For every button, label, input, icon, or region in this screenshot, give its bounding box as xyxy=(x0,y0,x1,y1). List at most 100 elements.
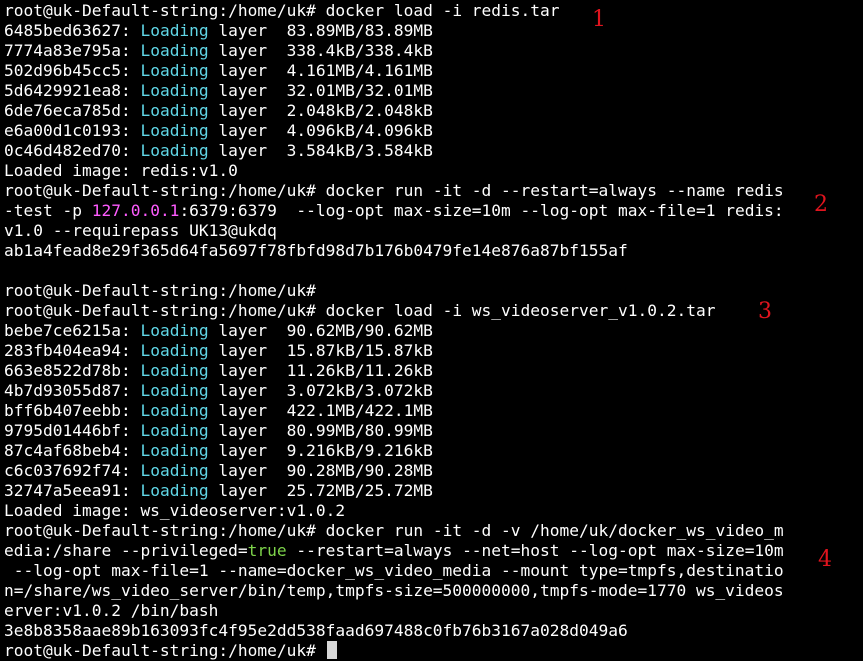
loading-status: Loading xyxy=(140,21,209,40)
layer-id: 5d6429921ea8: xyxy=(4,81,131,100)
loading-status: Loading xyxy=(140,381,209,400)
layer-id: 6485bed63627: xyxy=(4,21,131,40)
layer-progress-line: c6c037692f74: Loading layer 90.28MB/90.2… xyxy=(4,461,433,481)
layer-progress-line: 502d96b45cc5: Loading layer 4.161MB/4.16… xyxy=(4,61,433,81)
loading-status: Loading xyxy=(140,101,209,120)
loading-status: Loading xyxy=(140,341,209,360)
ip-address: 127.0.0.1 xyxy=(91,201,180,220)
loading-status: Loading xyxy=(140,121,209,140)
command-text: -test -p xyxy=(4,201,92,220)
layer-size: layer 90.62MB/90.62MB xyxy=(208,321,433,340)
layer-progress-line: 6485bed63627: Loading layer 83.89MB/83.8… xyxy=(4,21,433,41)
layer-id: e6a00d1c0193: xyxy=(4,121,131,140)
prompt: root@uk-Default-string:/home/uk# xyxy=(4,1,316,20)
layer-size: layer 25.72MB/25.72MB xyxy=(208,481,433,500)
layer-id: 283fb404ea94: xyxy=(4,341,131,360)
layer-size: layer 15.87kB/15.87kB xyxy=(208,341,433,360)
layer-progress-line: 663e8522d78b: Loading layer 11.26kB/11.2… xyxy=(4,361,433,381)
loading-status: Loading xyxy=(140,81,209,100)
layer-progress-line: 7774a83e795a: Loading layer 338.4kB/338.… xyxy=(4,41,433,61)
layer-id: c6c037692f74: xyxy=(4,461,131,480)
layer-progress-line: 283fb404ea94: Loading layer 15.87kB/15.8… xyxy=(4,341,433,361)
layer-id: bff6b407eebb: xyxy=(4,401,131,420)
loading-status: Loading xyxy=(140,361,209,380)
loading-status: Loading xyxy=(140,61,209,80)
prompt: root@uk-Default-string:/home/uk# xyxy=(4,181,316,200)
layer-progress-line: 5d6429921ea8: Loading layer 32.01MB/32.0… xyxy=(4,81,433,101)
command-text: edia:/share --privileged= xyxy=(4,541,248,560)
annotation-number-1: 1 xyxy=(592,7,606,32)
loading-status: Loading xyxy=(140,421,209,440)
container-id-output: ab1a4fead8e29f365d64fa5697f78fbfd98d7b17… xyxy=(4,241,628,260)
loading-status: Loading xyxy=(140,461,209,480)
layer-id: 502d96b45cc5: xyxy=(4,61,131,80)
loaded-image-line: Loaded image: redis:v1.0 xyxy=(4,161,238,180)
boolean-value: true xyxy=(247,541,287,560)
layer-id: 87c4af68beb4: xyxy=(4,441,131,460)
layer-size: layer 32.01MB/32.01MB xyxy=(208,81,433,100)
prompt: root@uk-Default-string:/home/uk# xyxy=(4,301,316,320)
layer-id: 6de76eca785d: xyxy=(4,101,131,120)
layer-progress-line: 6de76eca785d: Loading layer 2.048kB/2.04… xyxy=(4,101,433,121)
container-id-output: 3e8b8358aae89b163093fc4f95e2dd538faad697… xyxy=(4,621,628,640)
command-line-4: root@uk-Default-string:/home/uk# docker … xyxy=(4,521,784,541)
layer-progress-line: 87c4af68beb4: Loading layer 9.216kB/9.21… xyxy=(4,441,433,461)
loading-status: Loading xyxy=(140,441,209,460)
layer-progress-line: e6a00d1c0193: Loading layer 4.096kB/4.09… xyxy=(4,121,433,141)
layer-size: layer 3.584kB/3.584kB xyxy=(208,141,433,160)
layer-progress-line: bebe7ce6215a: Loading layer 90.62MB/90.6… xyxy=(4,321,433,341)
annotation-number-2: 2 xyxy=(814,192,828,217)
loading-status: Loading xyxy=(140,41,209,60)
layer-size: layer 3.072kB/3.072kB xyxy=(208,381,433,400)
annotation-number-3: 3 xyxy=(758,299,772,324)
terminal-window[interactable]: root@uk-Default-string:/home/uk# docker … xyxy=(4,1,863,660)
command-line-4-wrap-3: n=/share/ws_video_server/bin/temp,tmpfs-… xyxy=(4,581,784,600)
layer-progress-line: 0c46d482ed70: Loading layer 3.584kB/3.58… xyxy=(4,141,433,161)
layer-id: 4b7d93055d87: xyxy=(4,381,131,400)
loading-status: Loading xyxy=(140,481,209,500)
layer-id: 663e8522d78b: xyxy=(4,361,131,380)
layer-id: 9795d01446bf: xyxy=(4,421,131,440)
loading-status: Loading xyxy=(140,321,209,340)
command-line-4-wrap-1: edia:/share --privileged=true --restart=… xyxy=(4,541,784,561)
layer-id: 0c46d482ed70: xyxy=(4,141,131,160)
layer-size: layer 4.161MB/4.161MB xyxy=(208,61,433,80)
command-line-4-wrap-2: --log-opt max-file=1 --name=docker_ws_vi… xyxy=(4,561,784,580)
command-text: docker run -it -d --restart=always --nam… xyxy=(315,181,784,200)
layer-size: layer 80.99MB/80.99MB xyxy=(208,421,433,440)
layer-progress-line: 32747a5eea91: Loading layer 25.72MB/25.7… xyxy=(4,481,433,501)
layer-size: layer 4.096kB/4.096kB xyxy=(208,121,433,140)
prompt: root@uk-Default-string:/home/uk# xyxy=(4,521,316,540)
command-text: docker load -i redis.tar xyxy=(315,1,560,20)
loading-status: Loading xyxy=(140,141,209,160)
active-prompt-line[interactable]: root@uk-Default-string:/home/uk# xyxy=(4,641,337,661)
command-line-2-wrap-1: -test -p 127.0.0.1:6379:6379 --log-opt m… xyxy=(4,201,784,221)
command-line-4-wrap-4: erver:v1.0.2 /bin/bash xyxy=(4,601,219,620)
prompt: root@uk-Default-string:/home/uk# xyxy=(4,641,316,660)
terminal-cursor[interactable] xyxy=(326,641,337,659)
command-line-2: root@uk-Default-string:/home/uk# docker … xyxy=(4,181,784,201)
layer-size: layer 422.1MB/422.1MB xyxy=(208,401,433,420)
layer-size: layer 90.28MB/90.28MB xyxy=(208,461,433,480)
layer-size: layer 11.26kB/11.26kB xyxy=(208,361,433,380)
layer-id: 32747a5eea91: xyxy=(4,481,131,500)
command-text: --restart=always --net=host --log-opt ma… xyxy=(286,541,784,560)
annotation-number-4: 4 xyxy=(818,547,832,572)
loaded-image-line: Loaded image: ws_videoserver:v1.0.2 xyxy=(4,501,346,520)
layer-size: layer 338.4kB/338.4kB xyxy=(208,41,433,60)
prompt-line: root@uk-Default-string:/home/uk# xyxy=(4,281,316,300)
command-text: docker run -it -d -v /home/uk/docker_ws_… xyxy=(315,521,784,540)
layer-size: layer 9.216kB/9.216kB xyxy=(208,441,433,460)
layer-progress-line: 9795d01446bf: Loading layer 80.99MB/80.9… xyxy=(4,421,433,441)
layer-progress-line: 4b7d93055d87: Loading layer 3.072kB/3.07… xyxy=(4,381,433,401)
command-line-2-wrap-2: v1.0 --requirepass UK13@ukdq xyxy=(4,221,277,240)
command-line-1: root@uk-Default-string:/home/uk# docker … xyxy=(4,1,560,21)
command-line-3: root@uk-Default-string:/home/uk# docker … xyxy=(4,301,715,321)
layer-id: bebe7ce6215a: xyxy=(4,321,131,340)
layer-progress-line: bff6b407eebb: Loading layer 422.1MB/422.… xyxy=(4,401,433,421)
loading-status: Loading xyxy=(140,401,209,420)
layer-id: 7774a83e795a: xyxy=(4,41,131,60)
layer-size: layer 2.048kB/2.048kB xyxy=(208,101,433,120)
layer-size: layer 83.89MB/83.89MB xyxy=(208,21,433,40)
command-text: docker load -i ws_videoserver_v1.0.2.tar xyxy=(315,301,716,320)
